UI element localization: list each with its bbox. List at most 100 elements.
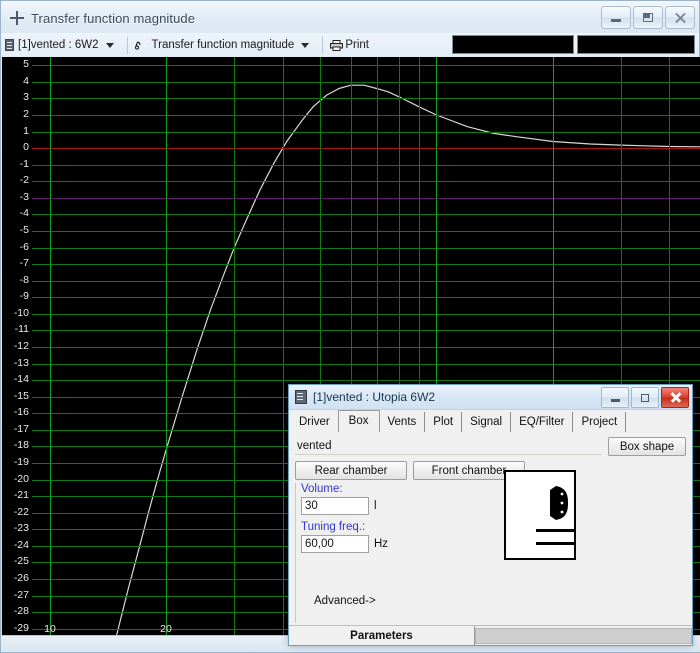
chamber-buttons: Rear chamber Front chamber: [295, 461, 686, 480]
chevron-down-icon: [301, 42, 310, 48]
maximize-icon: [641, 393, 649, 402]
gridline-horizontal: [32, 330, 700, 331]
y-axis-tick-label: -13: [13, 357, 29, 369]
y-axis-tick-label: -28: [13, 605, 29, 617]
y-axis-tick-label: -4: [19, 207, 29, 219]
tab-vents[interactable]: Vents: [379, 412, 426, 432]
y-axis-tick-label: -15: [13, 390, 29, 402]
footer-filler: [475, 627, 692, 644]
toolbar-readouts: [452, 35, 695, 54]
y-axis-tick-label: -3: [19, 191, 29, 203]
y-axis-tick-label: -25: [13, 555, 29, 567]
gridline-horizontal: [32, 347, 700, 348]
main-titlebar: Transfer function magnitude: [1, 1, 699, 35]
tuning-freq-input[interactable]: 60,00: [301, 535, 369, 553]
dialog-body: vented Box shape Rear chamber Front cham…: [289, 432, 692, 625]
window-controls: [601, 6, 695, 29]
reference-line: [32, 148, 700, 149]
y-axis-tick-label: -10: [13, 307, 29, 319]
y-axis-tick-label: 1: [23, 125, 29, 137]
name-row: vented Box shape: [295, 437, 686, 456]
gridline-horizontal: [32, 380, 700, 381]
y-axis-tick-label: -21: [13, 489, 29, 501]
gridline-horizontal: [32, 181, 700, 182]
project-selector[interactable]: [1]vented : 6W2: [1, 34, 124, 56]
volume-input[interactable]: 30: [301, 497, 369, 515]
tuning-freq-unit: Hz: [374, 538, 389, 550]
document-icon: [295, 390, 307, 404]
box-shape-button[interactable]: Box shape: [608, 437, 686, 456]
rear-chamber-group: Volume: 30 l Tuning freq.: 60,00 Hz Adva…: [295, 483, 407, 623]
gridline-horizontal: [32, 165, 700, 166]
close-button[interactable]: [665, 6, 695, 29]
print-label: Print: [345, 39, 369, 51]
gridline-horizontal: [32, 281, 700, 282]
y-axis-tick-label: -8: [19, 274, 29, 286]
close-icon: [670, 392, 681, 403]
dialog-title: [1]vented : Utopia 6W2: [313, 390, 436, 404]
maximize-icon: [643, 13, 653, 22]
chamber-panel: Volume: 30 l Tuning freq.: 60,00 Hz Adva…: [295, 483, 686, 623]
curve-selector[interactable]: Transfer function magnitude: [131, 34, 320, 56]
parameters-tab[interactable]: Parameters: [289, 626, 475, 645]
tab-plot[interactable]: Plot: [425, 412, 463, 432]
y-axis-tick-label: 4: [23, 75, 29, 87]
tab-driver[interactable]: Driver: [291, 412, 338, 432]
minimize-button[interactable]: [601, 6, 631, 29]
dialog-maximize-button[interactable]: [631, 387, 659, 408]
y-axis-tick-label: -9: [19, 290, 29, 302]
gridline-vertical: [50, 57, 51, 637]
y-axis-tick-label: -11: [14, 323, 29, 335]
chevron-down-icon: [105, 42, 114, 48]
tab-eq-filter[interactable]: EQ/Filter: [511, 412, 574, 432]
gridline-vertical: [234, 57, 235, 637]
y-axis-tick-label: 5: [23, 58, 29, 70]
tab-signal[interactable]: Signal: [462, 412, 512, 432]
y-axis-tick-label: -22: [13, 506, 29, 518]
tuning-freq-row: 60,00 Hz: [301, 535, 407, 553]
box-properties-dialog: [1]vented : Utopia 6W2 Driver Box Vents Plo…: [288, 384, 693, 646]
y-axis-tick-label: -12: [13, 340, 29, 352]
dialog-footer: Parameters: [289, 625, 692, 645]
gridline-vertical: [283, 57, 284, 637]
toolbar-divider: [322, 36, 324, 54]
gridline-horizontal: [32, 231, 700, 232]
y-axis-tick-label: -16: [13, 406, 29, 418]
maximize-button[interactable]: [633, 6, 663, 29]
y-axis-tick-label: -5: [19, 224, 29, 236]
rear-chamber-button[interactable]: Rear chamber: [295, 461, 407, 480]
minimize-icon: [611, 19, 621, 22]
advanced-link[interactable]: Advanced->: [314, 595, 376, 607]
transfer-function-window: Transfer function magnitude [1]vented : …: [0, 0, 700, 653]
volume-unit: l: [374, 500, 377, 512]
curve-selector-label: Transfer function magnitude: [151, 39, 295, 51]
y-axis-tick-label: -1: [19, 158, 29, 170]
window-title: Transfer function magnitude: [31, 10, 196, 26]
project-selector-label: [1]vented : 6W2: [18, 39, 99, 51]
print-button[interactable]: Print: [326, 34, 373, 56]
box-name-input[interactable]: vented: [295, 438, 602, 455]
y-axis-tick-label: -14: [13, 373, 29, 385]
dialog-tabs: Driver Box Vents Plot Signal EQ/Filter Project: [289, 410, 692, 433]
y-axis: 5 4 3 2 1 0 -1 -2 -3 -4 -5 -6 -7 -8 -9 -10 -11 -12 -13 -14 -…: [2, 57, 32, 637]
tab-box[interactable]: Box: [337, 410, 380, 433]
dialog-minimize-button[interactable]: [601, 387, 629, 408]
gridline-horizontal: [32, 314, 700, 315]
gridline-horizontal: [32, 98, 700, 99]
dialog-close-button[interactable]: [661, 387, 689, 408]
gridline-horizontal: [32, 65, 700, 66]
y-axis-tick-label: -17: [13, 423, 29, 435]
y-axis-tick-label: -19: [13, 456, 29, 468]
close-icon: [674, 12, 686, 24]
gridline-horizontal: [32, 115, 700, 116]
dialog-titlebar: [1]vented : Utopia 6W2: [289, 385, 692, 410]
tab-project[interactable]: Project: [573, 412, 627, 432]
box-shape-preview: [504, 470, 576, 560]
y-axis-tick-label: -23: [13, 522, 29, 534]
y-axis-tick-label: -7: [19, 257, 29, 269]
volume-row: 30 l: [301, 497, 407, 515]
gridline-vertical: [166, 57, 167, 637]
gridline-horizontal: [32, 132, 700, 133]
volume-label: Volume:: [301, 483, 343, 495]
reference-line: [32, 198, 700, 199]
